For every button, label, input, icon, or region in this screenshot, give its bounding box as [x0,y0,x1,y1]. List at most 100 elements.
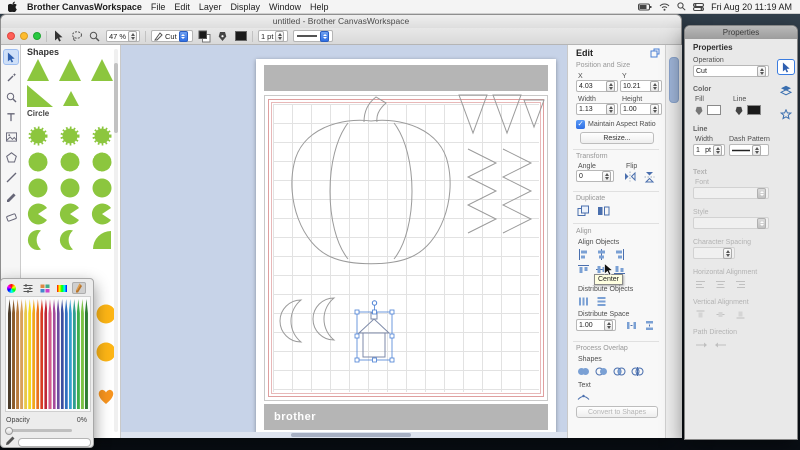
canvas-horizontal-scrollbar[interactable] [121,432,567,438]
magic-wand-tool[interactable] [3,69,19,85]
zigzag-shape-2[interactable] [501,148,533,234]
shape-item-triangle[interactable] [59,59,81,81]
select-tool-icon[interactable] [52,30,65,43]
control-center-icon[interactable] [693,2,705,11]
distribute-space-stepper[interactable] [604,319,613,331]
eraser-tool[interactable] [3,209,19,225]
space-horizontal-icon[interactable] [624,319,639,332]
style-select[interactable] [693,217,769,229]
operation-select[interactable]: Cut [693,65,769,77]
shape-item-quarter[interactable] [91,229,113,251]
menu-window[interactable]: Window [269,2,301,12]
menu-file[interactable]: File [151,2,166,12]
search-icon[interactable] [677,2,686,11]
shape-item-circle[interactable] [27,177,49,199]
path-direction-rtl-icon[interactable] [713,338,728,351]
shape-item-triangle[interactable] [27,59,49,81]
distribute-vertical-icon[interactable] [594,295,609,308]
image-tool[interactable] [3,129,19,145]
line-width-field[interactable]: 1 pt [693,144,725,156]
eyedropper-pencil-icon[interactable] [5,433,15,450]
intersect-icon[interactable] [612,365,627,378]
align-left-icon[interactable] [576,248,591,261]
shape-item-crescent[interactable] [59,229,81,251]
weld-icon[interactable] [576,365,591,378]
align-right-icon[interactable] [612,248,627,261]
maintain-aspect-checkbox[interactable] [576,119,585,129]
line-style-dropdown[interactable] [293,30,333,42]
operation-dropdown[interactable]: Cut [151,30,193,42]
font-select-button[interactable] [757,187,766,199]
fill-color-swatch[interactable] [707,105,721,115]
x-stepper[interactable] [606,80,615,92]
distribute-space-field[interactable]: 1.00 [576,319,616,331]
width-field[interactable]: 1.13 [576,103,618,115]
text-tool[interactable] [3,109,19,125]
shape-item-pacman[interactable] [59,203,81,225]
character-spacing-stepper[interactable] [723,247,732,259]
resize-button[interactable]: Resize... [580,132,654,144]
shape-item-triangle[interactable] [91,59,113,81]
select-tool[interactable] [3,49,19,65]
space-vertical-icon[interactable] [642,319,657,332]
zoom-stepper[interactable] [128,30,138,42]
text-align-center-icon[interactable] [713,278,728,291]
height-stepper[interactable] [650,103,659,115]
dash-pattern-stepper[interactable] [752,144,761,156]
operation-dropdown-button[interactable] [178,30,188,42]
crescent-shape-1[interactable] [279,299,303,343]
resize-handles[interactable] [354,309,395,363]
properties-tab-select[interactable] [777,59,795,75]
dash-pattern-select[interactable] [729,144,769,156]
fill-pen-icon[interactable] [691,104,706,117]
align-top-icon[interactable] [576,263,591,276]
operation-select-stepper[interactable] [757,65,766,77]
shape-item-right-triangle[interactable] [27,85,53,107]
edit-panel-scrollbar[interactable] [665,45,682,438]
pumpkin-shape[interactable] [291,96,451,265]
shape-item-burst-circle[interactable] [27,125,49,147]
apple-menu-icon[interactable] [8,1,18,12]
text-to-path-icon[interactable] [576,390,591,403]
x-field[interactable]: 4.03 [576,80,618,92]
convert-to-shapes-button[interactable]: Convert to Shapes [576,406,658,418]
menubar-clock[interactable]: Fri Aug 20 11:19 AM [711,2,792,12]
duplicate-icon[interactable] [576,204,591,217]
width-stepper[interactable] [606,103,615,115]
color-wheel-tab-icon[interactable] [4,282,18,294]
menu-display[interactable]: Display [230,2,260,12]
height-field[interactable]: 1.00 [620,103,662,115]
line-tool[interactable] [3,169,19,185]
shape-item-circle[interactable] [91,177,113,199]
shape-item-scallop-circle[interactable] [27,151,49,173]
flip-vertical-icon[interactable] [642,170,657,183]
shapes-panel-scroll-thumb[interactable] [114,63,118,133]
canvas-page[interactable]: brother [256,59,556,433]
path-direction-ltr-icon[interactable] [693,338,708,351]
menu-edit[interactable]: Edit [174,2,190,12]
triangle-shape-1[interactable] [458,94,488,135]
line-width-stepper[interactable] [713,144,722,156]
distribute-horizontal-icon[interactable] [576,295,591,308]
mirror-duplicate-icon[interactable] [596,204,611,217]
zoom-level-field[interactable]: 47 % [106,30,140,42]
close-button[interactable] [7,32,15,40]
shape-item-pacman[interactable] [27,203,49,225]
stroke-width-field[interactable]: 1 pt [258,30,288,42]
opacity-slider[interactable] [5,426,72,435]
selected-shape[interactable] [357,312,391,358]
menu-help[interactable]: Help [310,2,329,12]
shape-item-scallop-circle[interactable] [59,151,81,173]
y-field[interactable]: 10.21 [620,80,662,92]
text-valign-middle-icon[interactable] [713,308,728,321]
y-stepper[interactable] [650,80,659,92]
triangle-shape-2[interactable] [492,94,522,135]
battery-icon[interactable] [638,3,652,11]
line-pen-icon[interactable] [731,104,746,117]
window-titlebar[interactable]: untitled - Brother CanvasWorkspace [1,15,681,28]
stroke-color-swatch[interactable] [234,30,247,43]
fill-stroke-swatches-icon[interactable] [198,30,211,43]
wifi-icon[interactable] [659,3,670,11]
lasso-tool-icon[interactable] [70,30,83,43]
menu-layer[interactable]: Layer [199,2,222,12]
